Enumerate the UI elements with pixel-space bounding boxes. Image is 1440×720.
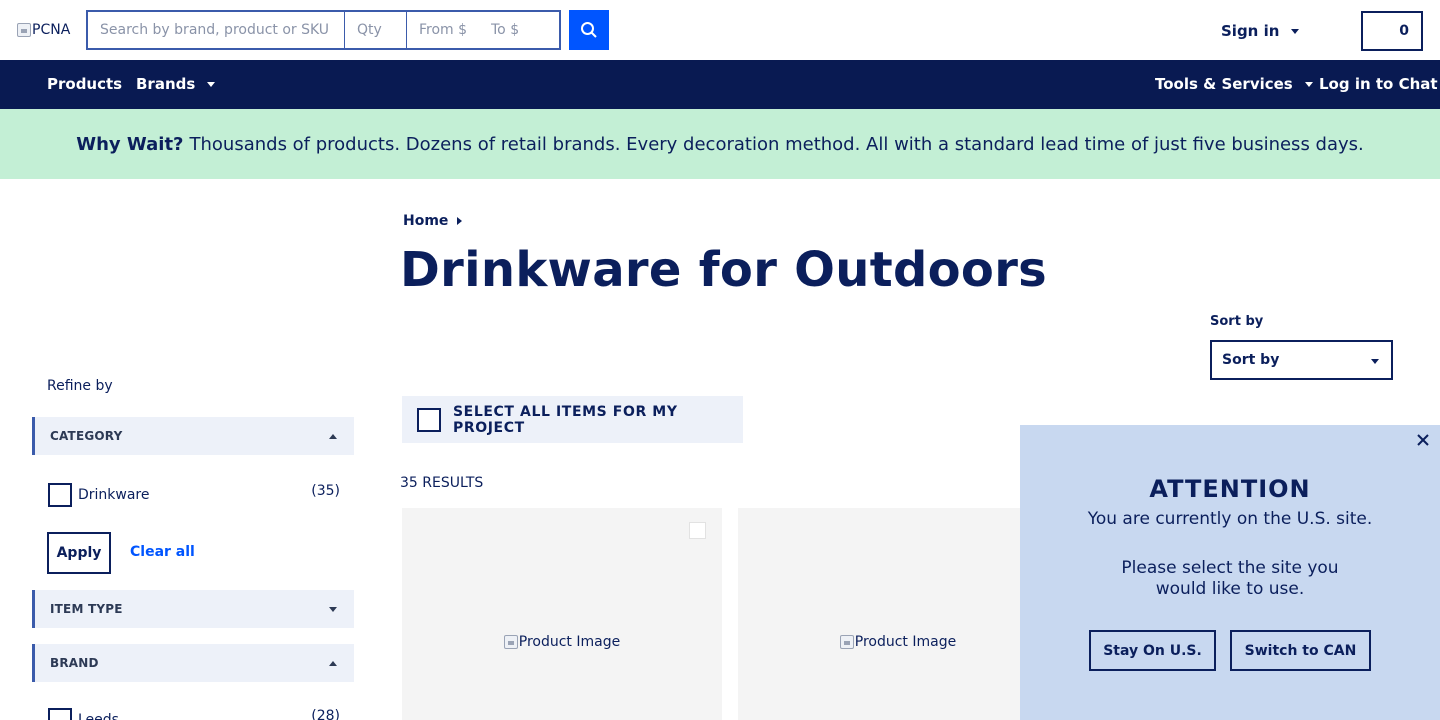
- search-icon: [581, 22, 597, 38]
- pcna-logo[interactable]: PCNA: [17, 22, 70, 38]
- search-input[interactable]: [88, 12, 345, 48]
- price-from-input[interactable]: [407, 12, 491, 48]
- breadcrumb[interactable]: Home: [403, 213, 463, 229]
- broken-image-icon: [839, 635, 854, 649]
- search-button[interactable]: [569, 10, 609, 50]
- sign-in-menu[interactable]: Sign in: [1221, 22, 1300, 40]
- sort-label: Sort by: [1210, 314, 1264, 329]
- top-header: PCNA Sign in 0: [0, 0, 1440, 60]
- chevron-up-icon: [329, 661, 337, 666]
- switch-to-can-button[interactable]: Switch to CAN: [1230, 630, 1371, 671]
- sort-selected-value: Sort by: [1222, 352, 1280, 368]
- results-count: 35 RESULTS: [400, 475, 484, 491]
- promo-text: Thousands of products. Dozens of retail …: [189, 133, 1364, 155]
- cart-count: 0: [1399, 23, 1409, 39]
- product-image: Product Image: [402, 634, 722, 650]
- cart-button[interactable]: 0: [1361, 11, 1423, 51]
- filter-option-label: Drinkware: [78, 487, 150, 503]
- nav-tools-services[interactable]: Tools & Services: [1155, 75, 1313, 93]
- chevron-right-icon: [457, 217, 463, 225]
- nav-brands-label: Brands: [136, 75, 196, 93]
- filter-option-count: (35): [311, 483, 340, 499]
- main-nav: Products Brands Tools & Services Log in …: [0, 60, 1440, 109]
- broken-image-icon: [17, 23, 31, 37]
- filter-option-leeds[interactable]: Leeds (28): [48, 708, 340, 720]
- filter-category-label: CATEGORY: [50, 429, 123, 443]
- broken-image-icon: [503, 635, 518, 649]
- filter-brand-label: BRAND: [50, 656, 99, 670]
- modal-instruction-line2: would like to use.: [1155, 579, 1305, 599]
- product-image: Product Image: [738, 634, 1058, 650]
- modal-instruction-line1: Please select the site you: [1121, 558, 1339, 578]
- select-all-checkbox[interactable]: [417, 407, 441, 432]
- filter-option-count: (28): [311, 708, 340, 720]
- chevron-down-icon: [1291, 28, 1300, 34]
- nav-chat-login[interactable]: Log in to Chat: [1319, 75, 1438, 93]
- chevron-down-icon: [1371, 359, 1379, 364]
- chevron-up-icon: [329, 434, 337, 439]
- promo-banner: Why Wait? Thousands of products. Dozens …: [0, 109, 1440, 179]
- filter-checkbox[interactable]: [48, 708, 72, 720]
- breadcrumb-home: Home: [403, 213, 449, 229]
- price-to-input[interactable]: [491, 12, 559, 48]
- sign-in-label: Sign in: [1221, 22, 1280, 40]
- chevron-down-icon: [1304, 81, 1313, 87]
- refine-label: Refine by: [47, 378, 113, 394]
- sort-dropdown[interactable]: Sort by: [1210, 340, 1393, 380]
- filter-item-type-header[interactable]: ITEM TYPE: [32, 590, 354, 628]
- nav-chat-label: Log in to Chat: [1319, 75, 1438, 93]
- filter-option-drinkware[interactable]: Drinkware (35): [48, 483, 340, 507]
- clear-all-link[interactable]: Clear all: [130, 544, 195, 560]
- product-card[interactable]: Product Image: [738, 508, 1058, 720]
- select-all-label: SELECT ALL ITEMS FOR MY PROJECT: [453, 403, 678, 436]
- qty-input[interactable]: [345, 12, 407, 48]
- filter-checkbox[interactable]: [48, 483, 72, 507]
- chevron-down-icon: [207, 81, 216, 87]
- page-title: Drinkware for Outdoors: [400, 242, 1048, 298]
- logo-alt-text: PCNA: [32, 22, 71, 38]
- modal-current-site-text: You are currently on the U.S. site.: [1087, 509, 1373, 529]
- filter-option-label: Leeds: [78, 712, 119, 720]
- close-icon[interactable]: [1416, 433, 1430, 447]
- modal-title: ATTENTION: [1149, 475, 1311, 503]
- product-image-alt: Product Image: [854, 634, 957, 650]
- product-select-checkbox[interactable]: [689, 522, 706, 539]
- apply-filters-button[interactable]: Apply: [47, 532, 111, 574]
- search-bar: [86, 10, 561, 50]
- product-image-alt: Product Image: [518, 634, 621, 650]
- stay-on-us-button[interactable]: Stay On U.S.: [1089, 630, 1216, 671]
- promo-lead: Why Wait?: [76, 133, 184, 155]
- filter-category-header[interactable]: CATEGORY: [32, 417, 354, 455]
- nav-tools-label: Tools & Services: [1155, 75, 1293, 93]
- nav-products[interactable]: Products: [47, 75, 122, 93]
- filter-brand-header[interactable]: BRAND: [32, 644, 354, 682]
- nav-brands[interactable]: Brands: [136, 75, 216, 93]
- product-card[interactable]: Product Image: [402, 508, 722, 720]
- site-selection-modal: ATTENTION You are currently on the U.S. …: [1020, 425, 1440, 720]
- filter-item-type-label: ITEM TYPE: [50, 602, 123, 616]
- select-all-items[interactable]: SELECT ALL ITEMS FOR MY PROJECT: [402, 396, 743, 443]
- nav-products-label: Products: [47, 75, 123, 93]
- chevron-down-icon: [329, 607, 337, 612]
